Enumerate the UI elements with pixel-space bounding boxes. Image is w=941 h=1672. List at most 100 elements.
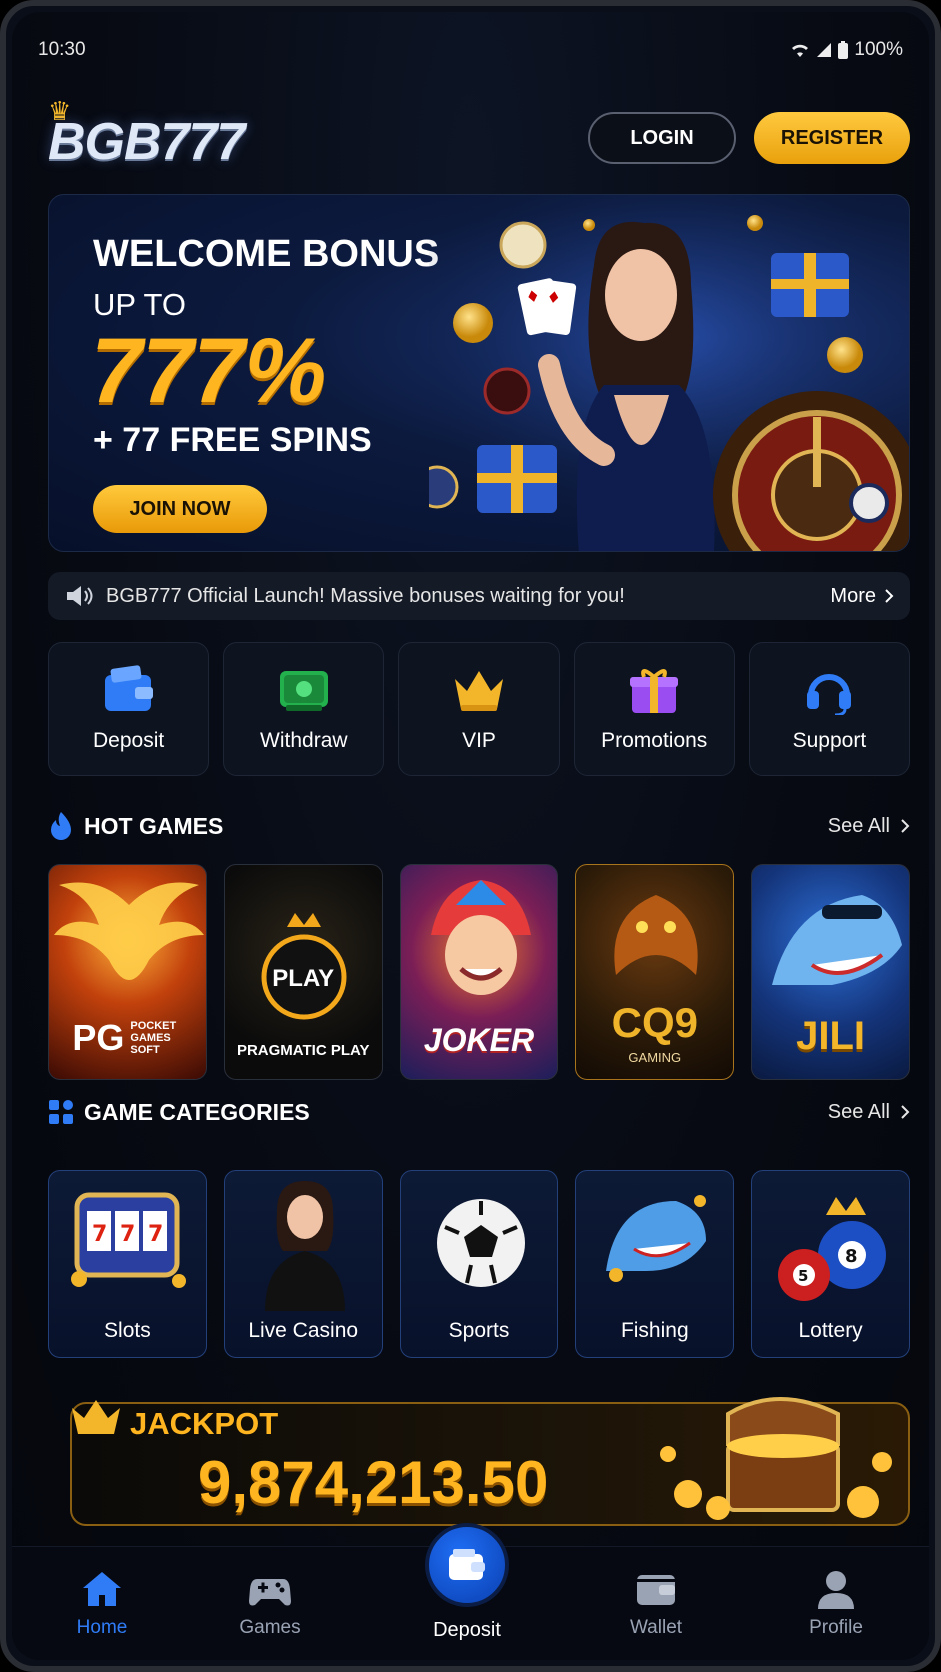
category-label: Lottery [798,1319,863,1342]
wallet-icon [637,1575,675,1605]
chevron-right-icon [885,589,894,603]
quick-action-deposit[interactable]: Deposit [48,642,210,776]
banner-illustration: ♦ ♦ [429,195,909,551]
game-name: PG [72,1017,125,1058]
category-label: Live Casino [248,1319,359,1342]
wifi-icon [792,44,809,57]
game-tile-pg[interactable]: PG POCKET GAMES SOFT [48,864,207,1080]
game-categories-header: GAME CATEGORIES See All [48,1094,910,1130]
quick-action-support[interactable]: Support [748,642,911,776]
user-icon [818,1571,854,1609]
nav-label: Games [239,1617,301,1638]
shark-icon [772,895,903,985]
brand-logo[interactable]: ♛ BGB777 [48,96,288,174]
fire-icon [51,812,71,840]
device-frame: 10:30 100% ♛ BGB777 LOGIN REGISTER WELCO… [0,0,941,1672]
banner-title: WELCOME BONUS [93,233,440,275]
nav-label: Home [76,1617,128,1638]
quick-actions: Deposit Withdraw VIP Promotions Support [48,642,911,776]
svg-text:7: 7 [148,1222,163,1247]
cash-icon [279,671,328,711]
category-fishing[interactable]: Fishing [575,1170,735,1358]
status-time: 10:30 [38,39,86,60]
svg-text:5: 5 [798,1267,808,1285]
nav-wallet[interactable]: Wallet [596,1569,716,1639]
category-sports[interactable]: Sports [399,1170,559,1358]
jackpot-panel[interactable]: JACKPOT 9,874,213.50 [48,1394,910,1526]
game-name: JILI [796,1014,866,1058]
nav-profile[interactable]: Profile [776,1569,896,1639]
quick-action-vip[interactable]: VIP [398,642,560,776]
hot-games-header: HOT GAMES See All [48,808,910,844]
category-live-casino[interactable]: Live Casino [223,1170,383,1358]
nav-deposit-label[interactable]: Deposit [407,1619,527,1642]
game-tile-pragmatic[interactable]: PLAY PRAGMATIC PLAY [223,864,383,1080]
quick-action-label: Promotions [601,729,708,752]
announcement-bar[interactable]: BGB777 Official Launch! Massive bonuses … [48,572,910,620]
category-label: Fishing [620,1319,689,1342]
gift-icon [630,669,679,713]
svg-text:7: 7 [92,1222,107,1247]
category-slots[interactable]: 7 7 7 Slots [48,1170,207,1358]
banner-percent: 777% [91,320,327,422]
jackpot-label: JACKPOT [130,1406,279,1441]
svg-text:8: 8 [845,1246,858,1267]
see-all-label: See All [827,814,890,837]
game-categories-title: GAME CATEGORIES [84,1098,310,1125]
hot-games-see-all[interactable]: See All [828,815,910,838]
quick-action-label: Support [792,729,867,752]
category-lottery[interactable]: 8 5 Lottery [751,1170,910,1358]
quick-action-label: Deposit [93,729,165,752]
battery-icon [838,41,849,59]
dealer-icon [264,1181,345,1311]
game-sub: POCKET GAMES SOFT [130,1019,177,1057]
category-label: Sports [448,1319,510,1342]
jackpot-value: 9,874,213.50 [198,1449,549,1516]
game-tile-joker[interactable]: JOKER [399,864,559,1080]
battery-level: 100% [854,39,903,60]
quick-action-withdraw[interactable]: Withdraw [223,642,385,776]
app-screen: 10:30 100% ♛ BGB777 LOGIN REGISTER WELCO… [12,12,929,1660]
lottery-balls-icon: 8 5 [778,1197,887,1301]
quick-action-promotions[interactable]: Promotions [573,642,735,776]
nav-games[interactable]: Games [210,1569,330,1639]
grid-icon [49,1100,73,1124]
game-sub: GAMING [628,1050,682,1065]
nav-deposit-button[interactable] [425,1523,509,1607]
crown-icon [72,1400,120,1434]
game-name: JOKER [423,1022,535,1058]
more-link[interactable]: More [830,585,894,608]
svg-text:♦: ♦ [545,287,562,308]
more-label: More [830,584,876,607]
welcome-bonus-banner[interactable]: WELCOME BONUS UP TO 777% + 77 FREE SPINS… [48,194,910,552]
crown-icon [455,671,503,711]
dragon-icon [614,895,699,975]
nav-label: Profile [809,1617,863,1638]
home-icon [83,1572,121,1606]
join-now-button[interactable]: JOIN NOW [93,485,267,533]
hot-games-title: HOT GAMES [84,812,224,839]
banner-upto: UP TO [93,287,187,322]
status-bar: 10:30 100% [38,38,903,62]
logo-text: BGB777 [48,113,245,171]
register-button[interactable]: REGISTER [754,112,910,164]
categories-see-all[interactable]: See All [828,1101,910,1124]
pragmatic-logo-icon [261,913,347,1020]
nav-home[interactable]: Home [42,1569,162,1639]
login-button[interactable]: LOGIN [588,112,736,164]
gamepad-icon [249,1579,291,1606]
announcement-text: BGB777 Official Launch! Massive bonuses … [106,584,625,607]
game-tile-jili[interactable]: JILI [751,864,910,1080]
hot-games-list: PG POCKET GAMES SOFT PLAY PRAGMATIC PLAY… [48,864,910,1080]
slot-machine-icon: 7 7 7 [71,1192,186,1288]
quick-action-label: VIP [462,729,496,752]
game-name: CQ9 [611,999,698,1046]
game-sub: PRAGMATIC PLAY [236,1042,370,1059]
wallet-icon [449,1549,485,1580]
chevron-right-icon [901,819,910,833]
banner-spins: + 77 FREE SPINS [93,421,372,459]
shark-icon [606,1195,707,1282]
game-tile-cq9[interactable]: CQ9 GAMING [575,864,735,1080]
treasure-chest-icon [660,1397,892,1520]
wallet-icon [104,665,153,711]
